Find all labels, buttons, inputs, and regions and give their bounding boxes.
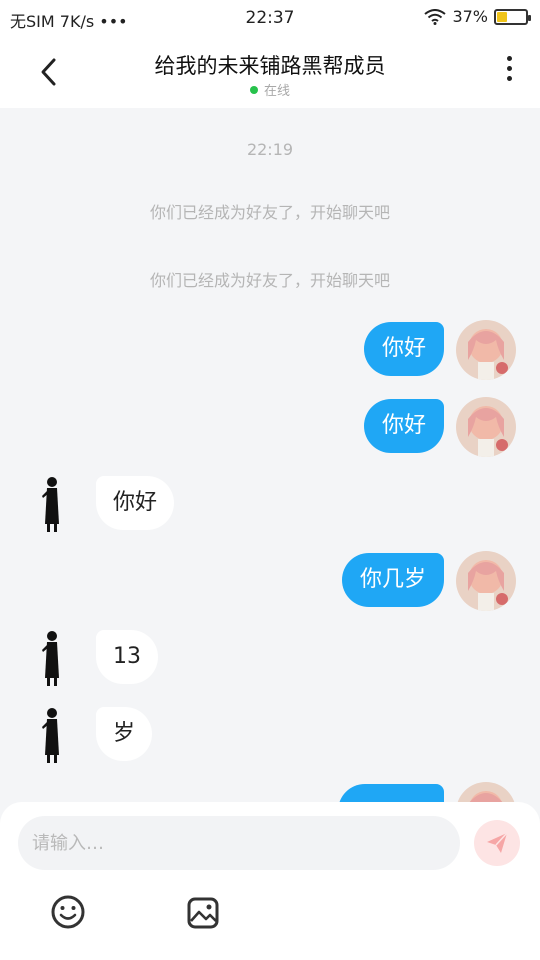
online-dot-icon (249, 86, 258, 94)
message-row: 你几岁 (0, 551, 540, 611)
message-bubble-self[interactable]: 你几岁 (341, 553, 444, 607)
avatar-contact[interactable] (38, 628, 66, 688)
message-bubble-self[interactable]: 你好 (363, 322, 444, 376)
avatar-self[interactable] (456, 320, 516, 380)
message-timestamp: 22:19 (246, 140, 294, 159)
smile-icon[interactable] (50, 894, 86, 930)
system-message: 你们已经成为好友了，开始聊天吧 (149, 203, 390, 222)
message-row: 你好 (0, 474, 540, 534)
chat-title: 给我的未来铺路黑帮成员 (154, 54, 386, 78)
wifi-icon (424, 8, 447, 25)
message-input[interactable] (18, 816, 460, 870)
message-row: 你好 (0, 320, 540, 380)
message-row: 13 (0, 628, 540, 688)
status-right: 37% (424, 7, 531, 26)
battery-percent: 37% (452, 7, 488, 26)
message-row: 你好 (0, 397, 540, 457)
input-panel (0, 802, 540, 960)
message-row: 岁 (0, 705, 540, 765)
avatar-self[interactable] (456, 397, 516, 457)
message-bubble-contact[interactable]: 岁 (96, 707, 153, 761)
battery-fill (497, 11, 508, 22)
message-bubble-contact[interactable]: 你好 (96, 476, 175, 530)
image-icon[interactable] (186, 896, 220, 930)
avatar-self[interactable] (456, 551, 516, 611)
more-vertical-icon[interactable] (502, 56, 516, 88)
online-status-text: 在线 (263, 84, 290, 99)
message-bubble-self[interactable]: 你好 (363, 399, 444, 453)
system-message: 你们已经成为好友了，开始聊天吧 (149, 271, 390, 290)
message-list[interactable]: 22:19 你们已经成为好友了，开始聊天吧 你们已经成为好友了，开始聊天吧 你好… (0, 108, 540, 808)
send-plane-icon[interactable] (474, 820, 520, 866)
chat-header: 给我的未来铺路黑帮成员 在线 (0, 36, 540, 108)
online-status: 在线 (0, 80, 540, 99)
avatar-contact[interactable] (38, 705, 66, 765)
avatar-contact[interactable] (38, 474, 66, 534)
status-bar: 无SIM 7K/s ••• 22:37 37% (0, 0, 540, 36)
battery-icon (494, 8, 531, 25)
message-bubble-contact[interactable]: 13 (96, 630, 158, 684)
